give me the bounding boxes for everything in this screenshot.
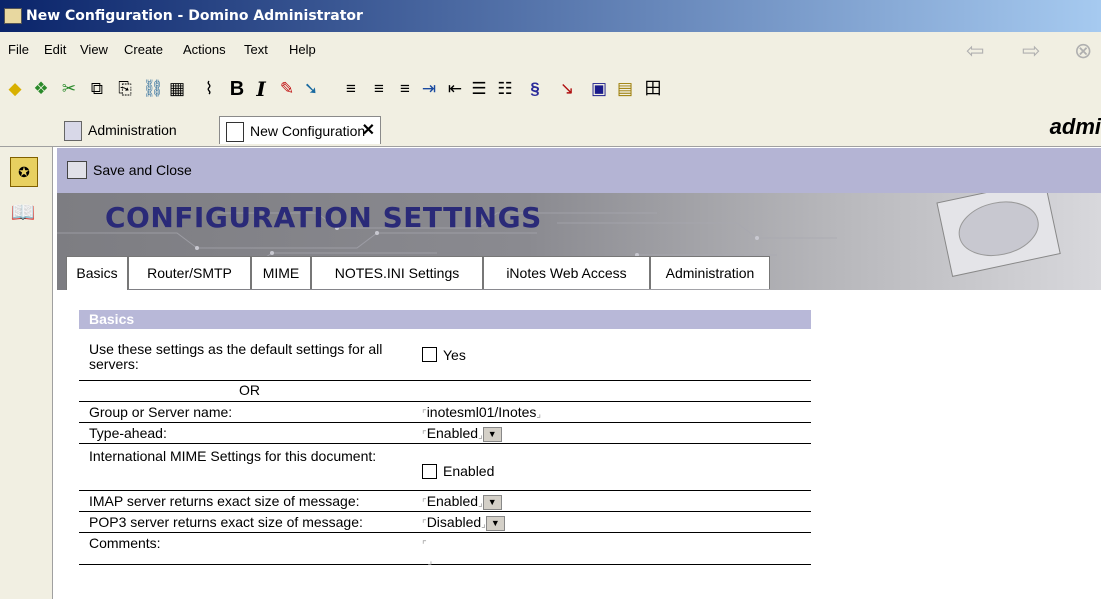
tab-mime[interactable]: MIME	[251, 256, 311, 289]
pop3-label: POP3 server returns exact size of messag…	[89, 514, 363, 530]
forward-arrow-icon[interactable]: ⇨	[1022, 40, 1040, 62]
or-row: OR	[79, 381, 811, 402]
copy-icon[interactable]: ⧉	[86, 78, 108, 100]
dropdown-icon[interactable]: ▼	[482, 426, 502, 442]
app-icon	[4, 8, 22, 24]
permanent-pen-icon[interactable]: ➘	[300, 78, 322, 100]
tab-administration-form[interactable]: Administration	[650, 256, 770, 289]
action-bar: Save and Close	[57, 148, 1101, 193]
window-title-bar[interactable]: New Configuration - Domino Administrator	[0, 0, 1101, 32]
group-server-value: inotesml01/Inotes	[426, 404, 537, 420]
pop3-select[interactable]: ⌜Disabled⌟ ▼	[422, 514, 505, 531]
imap-select[interactable]: ⌜Enabled⌟ ▼	[422, 493, 502, 510]
imap-label: IMAP server returns exact size of messag…	[89, 493, 360, 509]
calendar-icon[interactable]: ▤	[614, 78, 636, 100]
comments-label: Comments:	[89, 535, 161, 551]
spellcheck-icon[interactable]: ▣	[588, 78, 610, 100]
typeahead-label: Type-ahead:	[89, 425, 167, 441]
close-icon[interactable]: ✕	[362, 117, 375, 145]
window-tabs: Administration New Configuration ✕	[0, 110, 1101, 147]
outdent-icon[interactable]: ⇤	[444, 78, 466, 100]
dropdown-icon[interactable]: ▼	[485, 515, 505, 531]
bookmark-bar: ✪ 📖	[0, 147, 53, 599]
intl-mime-checkbox[interactable]	[422, 464, 437, 479]
brand-label: admi	[1049, 114, 1101, 139]
intl-mime-label: International MIME Settings for this doc…	[89, 448, 377, 464]
menu-create[interactable]: Create	[124, 42, 163, 57]
default-settings-row: Use these settings as the default settin…	[79, 329, 811, 381]
toolbar: ◆ ❖ ✂ ⧉ ⎘ ⛓ ▦ ⌇ B I ✎ ➘ ≡ ≡ ≡ ⇥ ⇤ ☰ ☷ § …	[0, 69, 1101, 110]
bullet-list-icon[interactable]: ☰	[468, 78, 490, 100]
default-settings-value: Yes	[443, 347, 466, 363]
typeahead-select[interactable]: ⌜Enabled⌟ ▼	[422, 425, 502, 442]
group-row: Group or Server name: ⌜inotesml01/Inotes…	[79, 402, 811, 423]
table-icon[interactable]: 田	[642, 78, 664, 100]
typeahead-value: Enabled	[426, 425, 479, 441]
save-and-close-button[interactable]: Save and Close	[67, 158, 192, 182]
align-left-icon[interactable]: ≡	[340, 78, 362, 100]
number-list-icon[interactable]: ☷	[494, 78, 516, 100]
default-settings-label: Use these settings as the default settin…	[89, 341, 383, 372]
pop3-row: POP3 server returns exact size of messag…	[79, 512, 811, 533]
tab-inotes-web-access[interactable]: iNotes Web Access	[483, 256, 650, 289]
certificate-icon[interactable]: ✪	[10, 157, 38, 187]
tab-new-configuration[interactable]: New Configuration ✕	[219, 116, 381, 144]
imap-value: Enabled	[426, 493, 479, 509]
pop3-value: Disabled	[426, 514, 482, 530]
align-center-icon[interactable]: ≡	[368, 78, 390, 100]
comments-input[interactable]: ⌜ ⌟	[422, 535, 432, 567]
tab-label: Administration	[88, 122, 177, 138]
tab-administration[interactable]: Administration	[58, 116, 208, 144]
bold-icon[interactable]: B	[226, 78, 248, 100]
banner-title: CONFIGURATION SETTINGS	[105, 201, 542, 234]
save-and-close-label: Save and Close	[93, 162, 192, 178]
menu-help[interactable]: Help	[289, 42, 316, 57]
intl-mime-row: International MIME Settings for this doc…	[79, 444, 811, 491]
tab-basics[interactable]: Basics	[66, 256, 128, 291]
tab-label: New Configuration	[250, 123, 366, 139]
menu-file[interactable]: File	[8, 42, 29, 57]
align-right-icon[interactable]: ≡	[394, 78, 416, 100]
imap-row: IMAP server returns exact size of messag…	[79, 491, 811, 512]
menu-view[interactable]: View	[80, 42, 108, 57]
styles-icon[interactable]: §	[524, 78, 546, 100]
italic-icon[interactable]: I	[250, 78, 272, 100]
typeahead-row: Type-ahead: ⌜Enabled⌟ ▼	[79, 423, 811, 444]
group-label: Group or Server name:	[89, 404, 233, 420]
or-label: OR	[239, 382, 260, 398]
link-icon[interactable]: ⛓	[142, 78, 164, 100]
section-header-basics: Basics	[79, 310, 811, 329]
dropdown-icon[interactable]: ▼	[482, 494, 502, 510]
back-arrow-icon[interactable]: ⇦	[966, 40, 984, 62]
administration-icon	[64, 121, 82, 141]
attach-icon[interactable]: ▦	[166, 78, 188, 100]
stop-icon[interactable]: ⊗	[1074, 40, 1092, 62]
group-server-input[interactable]: ⌜inotesml01/Inotes⌟	[422, 404, 541, 420]
document-icon	[226, 122, 244, 142]
menu-actions[interactable]: Actions	[183, 42, 226, 57]
pointer-icon[interactable]: ↘	[556, 78, 578, 100]
paste-icon[interactable]: ⎘	[114, 78, 136, 100]
scissors-icon[interactable]: ✂	[58, 78, 80, 100]
tab-router-smtp[interactable]: Router/SMTP	[128, 256, 251, 289]
paperclip-icon[interactable]: ⌇	[198, 78, 220, 100]
indent-icon[interactable]: ⇥	[418, 78, 440, 100]
tab-notes-ini-settings[interactable]: NOTES.INI Settings	[311, 256, 483, 289]
menu-bar: File Edit View Create Actions Text Help …	[0, 32, 1101, 69]
bookmark-icon[interactable]: ❖	[30, 78, 52, 100]
menu-text[interactable]: Text	[244, 42, 268, 57]
highlight-icon[interactable]: ✎	[276, 78, 298, 100]
default-settings-checkbox[interactable]	[422, 347, 437, 362]
save-icon	[67, 161, 87, 179]
book-icon[interactable]: 📖	[10, 199, 36, 227]
window-title: New Configuration - Domino Administrator	[26, 8, 363, 24]
comments-row: Comments: ⌜ ⌟	[79, 533, 811, 567]
menu-edit[interactable]: Edit	[44, 42, 66, 57]
form-content: Basics Use these settings as the default…	[57, 290, 1101, 599]
home-icon[interactable]: ◆	[4, 78, 26, 100]
intl-mime-value: Enabled	[443, 463, 495, 479]
